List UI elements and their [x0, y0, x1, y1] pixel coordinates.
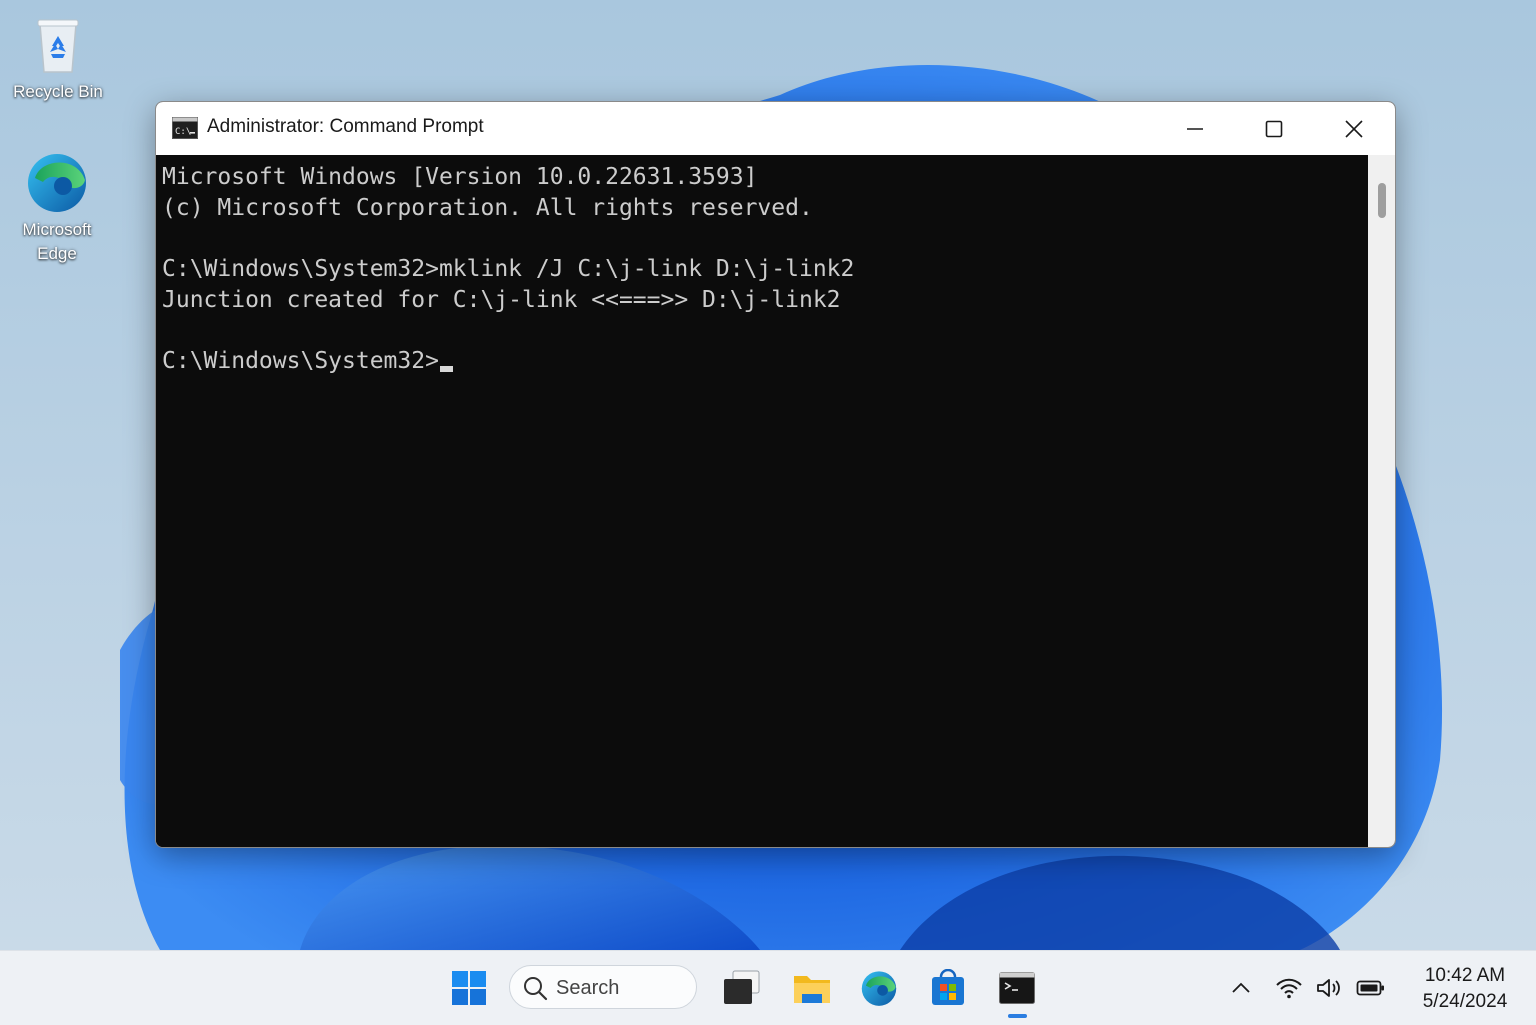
cmd-window: C:\ Administrator: Command Prompt Micros… — [155, 101, 1396, 848]
store-button[interactable] — [926, 967, 970, 1009]
svg-text:C:\: C:\ — [175, 127, 191, 137]
console-prompt: C:\Windows\System32> — [162, 348, 439, 374]
close-icon — [1345, 119, 1363, 138]
active-app-indicator — [1008, 1014, 1027, 1018]
start-icon — [452, 971, 486, 1005]
taskbar-clock[interactable]: 10:42 AM 5/24/2024 — [1410, 963, 1520, 1015]
console-line: Microsoft Windows [Version 10.0.22631.35… — [162, 164, 758, 190]
desktop-icon-recycle-bin[interactable]: Recycle Bin — [3, 12, 113, 104]
maximize-icon — [1265, 120, 1283, 137]
clock-time: 10:42 AM — [1424, 965, 1506, 986]
battery-button[interactable] — [1352, 967, 1390, 1009]
text-cursor — [439, 366, 453, 372]
clock-date: 5/24/2024 — [1422, 991, 1508, 1012]
search-icon — [524, 977, 548, 1001]
edge-icon — [861, 971, 897, 1006]
desktop-icon-edge[interactable]: Microsoft Edge — [2, 150, 112, 266]
search-label: Search — [556, 977, 620, 999]
console-line: Junction created for C:\j-link <<===>> D… — [162, 287, 841, 313]
taskbar-search-box[interactable]: Search — [509, 965, 697, 1009]
scrollbar-thumb[interactable] — [1378, 183, 1386, 218]
terminal-icon — [999, 972, 1035, 1004]
battery-icon — [1356, 980, 1384, 996]
taskbar: Search 10:42 AM 5/24/2024 — [0, 950, 1536, 1025]
volume-icon — [1317, 979, 1340, 997]
console-line: (c) Microsoft Corporation. All rights re… — [162, 195, 813, 221]
cmd-icon: C:\ — [172, 116, 198, 140]
volume-button[interactable] — [1310, 967, 1348, 1009]
chevron-up-icon — [1232, 982, 1250, 993]
edge-taskbar-button[interactable] — [857, 967, 901, 1009]
terminal-taskbar-button[interactable] — [995, 967, 1039, 1009]
close-button[interactable] — [1315, 102, 1393, 155]
console-output[interactable]: Microsoft Windows [Version 10.0.22631.35… — [156, 155, 1368, 847]
minimize-icon — [1187, 127, 1203, 130]
recycle-bin-icon — [26, 12, 90, 76]
wifi-icon — [1276, 978, 1302, 999]
desktop-icon-label: Recycle Bin — [13, 82, 103, 101]
console-scrollbar[interactable] — [1368, 155, 1395, 847]
maximize-button[interactable] — [1235, 102, 1313, 155]
console-prompt-line[interactable]: C:\Windows\System32> — [162, 346, 1368, 377]
console-line: C:\Windows\System32>mklink /J C:\j-link … — [162, 256, 855, 282]
file-explorer-button[interactable] — [790, 967, 834, 1009]
window-title: Administrator: Command Prompt — [207, 116, 484, 137]
show-hidden-icons-button[interactable] — [1222, 967, 1260, 1009]
task-view-button[interactable] — [719, 967, 763, 1009]
title-bar[interactable]: C:\ Administrator: Command Prompt — [156, 102, 1395, 155]
store-icon — [932, 969, 964, 1005]
desktop-icon-label: Microsoft Edge — [22, 220, 92, 263]
edge-icon — [25, 150, 89, 214]
file-explorer-icon — [794, 976, 830, 1003]
task-view-icon — [724, 970, 760, 1004]
network-button[interactable] — [1270, 967, 1308, 1009]
start-button[interactable] — [447, 967, 491, 1009]
minimize-button[interactable] — [1156, 102, 1234, 155]
